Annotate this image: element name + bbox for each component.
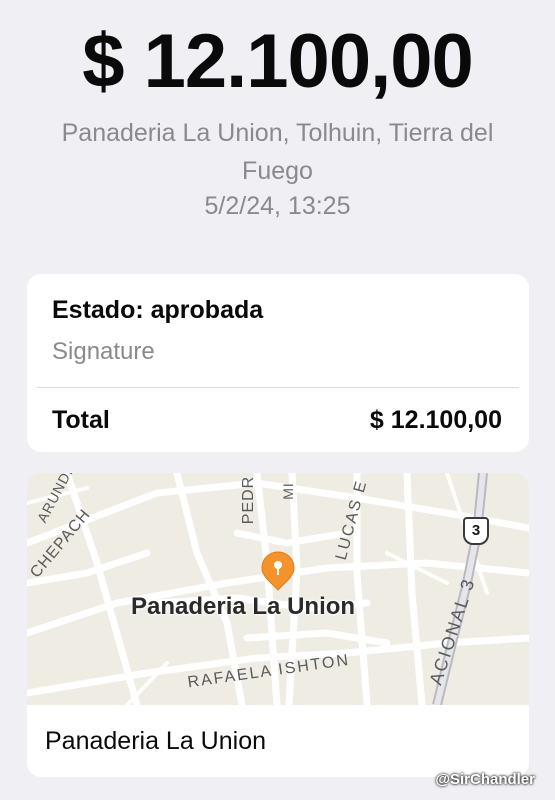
location-footer[interactable]: Panaderia La Union [27, 705, 529, 777]
status-card: Estado: aprobada Signature Total $ 12.10… [27, 274, 529, 452]
map-view[interactable]: ARUNDI CHEPACH PEDR MI LUCAS E RAFAELA I… [27, 473, 529, 705]
total-value: $ 12.100,00 [369, 406, 502, 434]
route-3-number: 3 [471, 522, 481, 539]
place-name: Panaderia La Union [45, 727, 266, 755]
verification-method: Signature [52, 338, 155, 365]
street-label-pedr: PEDR [240, 475, 258, 525]
street-label-mi: MI [279, 482, 296, 500]
watermark: @SirChandler [435, 771, 535, 788]
location-card[interactable]: ARUNDI CHEPACH PEDR MI LUCAS E RAFAELA I… [27, 473, 529, 777]
map-pin-icon[interactable] [261, 551, 295, 591]
total-label: Total [52, 406, 110, 434]
status-label: Estado: aprobada [52, 296, 264, 324]
amount-heading: $ 12.100,00 [82, 19, 474, 104]
divider [37, 387, 519, 388]
merchant-location: Panaderia La Union, Tolhuin, Tierra del … [61, 119, 494, 185]
route-3-shield: 3 [463, 517, 489, 545]
map-place-label: Panaderia La Union [131, 593, 356, 620]
transaction-datetime: 5/2/24, 13:25 [204, 192, 351, 220]
